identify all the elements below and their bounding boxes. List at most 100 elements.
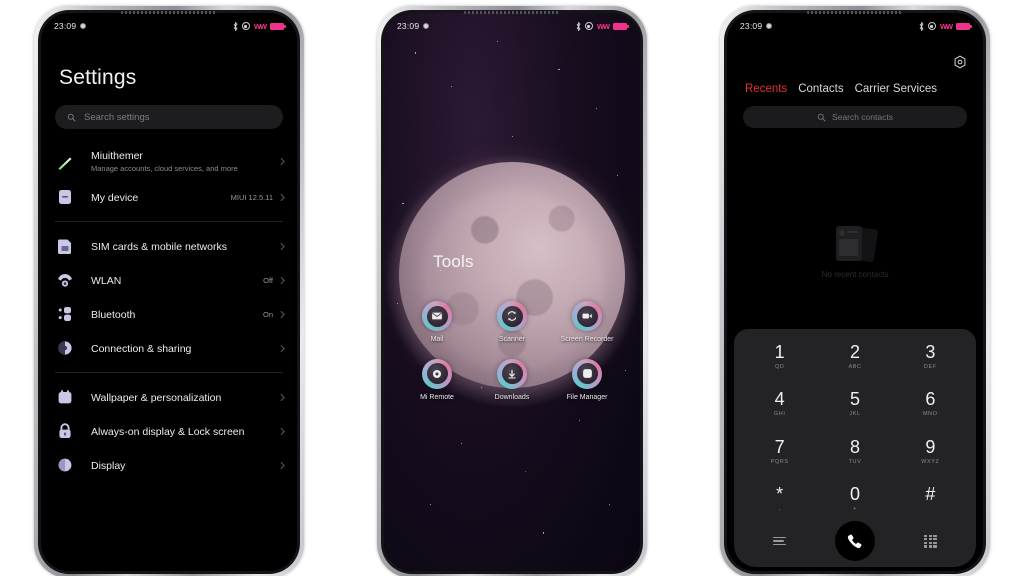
screen-folder: 23:09 ww Tools Mail Scanner Screen Recor… (384, 13, 640, 571)
key-letters: PQRS (770, 458, 789, 465)
alarm-icon (766, 23, 773, 29)
key-5[interactable]: 5 JKL (817, 386, 892, 422)
wifi-icon (55, 270, 75, 290)
tab-carrier-services[interactable]: Carrier Services (855, 83, 937, 95)
app-mi-remote[interactable]: Mi Remote (406, 358, 468, 403)
sidebar-item-label: Bluetooth (91, 309, 136, 321)
sidebar-item-label: SIM cards & mobile networks (91, 241, 227, 253)
sim-icon (55, 236, 75, 256)
list-divider (55, 221, 283, 222)
signal-icon: ww (253, 20, 267, 31)
call-icon (848, 534, 862, 548)
sidebar-item-label: Always-on display & Lock screen (91, 426, 245, 438)
chevron-right-icon (280, 461, 285, 469)
key-6[interactable]: 6 MNO (893, 386, 968, 422)
alarm-icon (423, 23, 430, 29)
settings-body: Settings Search settings Miuithemer Mana… (41, 39, 297, 571)
status-time: 23:09 (740, 21, 763, 31)
sidebar-item-value: On (262, 309, 273, 319)
key-9[interactable]: 9 WXYZ (893, 434, 968, 470)
dialpad-toggle-button[interactable] (893, 534, 968, 548)
dialpad: 1 QD 2 ABC 3 DEF 4 GHI 5 JKL 6 MNO 7 PQRS 8 TUV … (734, 329, 976, 567)
key-digit: 0 (849, 483, 860, 504)
app-row: Mi Remote Downloads File Manager (406, 358, 618, 403)
lock-icon (55, 421, 75, 441)
sidebar-item-my-device[interactable]: My device MIUI 12.5.11 (41, 180, 297, 214)
alarm-icon (80, 23, 87, 29)
key-0[interactable]: 0 + (817, 481, 892, 517)
menu-button[interactable] (742, 536, 817, 546)
key-2[interactable]: 2 ABC (817, 339, 892, 375)
status-time: 23:09 (397, 21, 420, 31)
sidebar-item-wallpaper[interactable]: Wallpaper & personalization (41, 380, 297, 414)
key-hash[interactable]: # (893, 481, 968, 517)
dialpad-toggle-icon (923, 534, 937, 548)
key-letters: JKL (849, 411, 861, 418)
stars-layer (384, 13, 640, 571)
status-bar-left: 23:09 (397, 21, 430, 31)
key-digit: 8 (849, 436, 860, 457)
app-scanner[interactable]: Scanner (481, 301, 543, 345)
mail-icon (422, 301, 452, 331)
search-placeholder: Search settings (84, 111, 150, 123)
key-3[interactable]: 3 DEF (893, 339, 968, 375)
dialer-body: Recents Contacts Carrier Services Search… (727, 39, 983, 571)
key-digit: 2 (849, 342, 860, 362)
app-downloads[interactable]: Downloads (481, 358, 543, 403)
status-bar-right: ww (576, 20, 629, 31)
app-row: Mail Scanner Screen Recorder (406, 301, 618, 345)
sidebar-item-label: WLAN (91, 275, 122, 287)
empty-state-text: No recent contacts (821, 270, 889, 279)
key-digit: 1 (774, 342, 785, 362)
dnd-icon (241, 22, 250, 30)
battery-icon (270, 22, 286, 30)
sidebar-item-connection-sharing[interactable]: Connection & sharing (41, 331, 297, 365)
sidebar-item-always-on-display[interactable]: Always-on display & Lock screen (41, 414, 297, 448)
sidebar-item-sim-cards[interactable]: SIM cards & mobile networks (41, 229, 297, 263)
file-manager-icon (572, 358, 602, 389)
tab-contacts[interactable]: Contacts (798, 83, 843, 95)
key-1[interactable]: 1 QD (742, 339, 817, 375)
key-4[interactable]: 4 GHI (742, 386, 817, 422)
app-screen-recorder[interactable]: Screen Recorder (556, 301, 618, 345)
connection-icon (55, 338, 75, 358)
status-bar: 23:09 ww (727, 13, 983, 39)
settings-button[interactable] (727, 39, 983, 69)
status-bar-left: 23:09 (740, 21, 773, 31)
sidebar-item-label: Connection & sharing (91, 343, 192, 355)
dialpad-keys: 1 QD 2 ABC 3 DEF 4 GHI 5 JKL 6 MNO 7 PQRS 8 TUV … (742, 339, 968, 517)
contacts-search-input[interactable]: Search contacts (743, 106, 967, 128)
device-icon (55, 187, 75, 207)
display-icon (55, 455, 75, 475)
search-input[interactable]: Search settings (55, 105, 283, 129)
bluetooth-icon (233, 21, 238, 31)
gear-icon (954, 55, 966, 69)
call-button[interactable] (817, 521, 892, 561)
sidebar-item-bluetooth[interactable]: Bluetooth On (41, 297, 297, 331)
earpiece-grille (464, 11, 560, 14)
key-7[interactable]: 7 PQRS (742, 434, 817, 470)
earpiece-grille (807, 11, 903, 14)
empty-state: No recent contacts (727, 224, 983, 279)
settings-list: Miuithemer Manage accounts, cloud servic… (41, 143, 297, 482)
tab-recents[interactable]: Recents (745, 83, 787, 95)
signal-icon: ww (596, 20, 610, 31)
sidebar-item-display[interactable]: Display (41, 448, 297, 482)
key-star[interactable]: *, (742, 481, 817, 517)
status-bar-right: ww (233, 20, 286, 31)
key-letters: DEF (923, 364, 937, 370)
sidebar-item-label: My device (91, 192, 139, 204)
sidebar-item-wlan[interactable]: WLAN Off (41, 263, 297, 297)
chevron-right-icon (280, 276, 285, 284)
key-8[interactable]: 8 TUV (817, 434, 892, 470)
dnd-icon (584, 22, 593, 30)
app-file-manager[interactable]: File Manager (556, 358, 618, 403)
sidebar-item-miuithemer[interactable]: Miuithemer Manage accounts, cloud servic… (41, 143, 297, 180)
wallpaper-moon (384, 13, 640, 571)
app-mail[interactable]: Mail (406, 301, 468, 345)
item-text: Connection & sharing (91, 339, 280, 357)
item-text: Display (91, 456, 280, 474)
dnd-icon (927, 22, 936, 30)
key-digit: 4 (774, 389, 785, 410)
app-label: Scanner (498, 336, 526, 343)
